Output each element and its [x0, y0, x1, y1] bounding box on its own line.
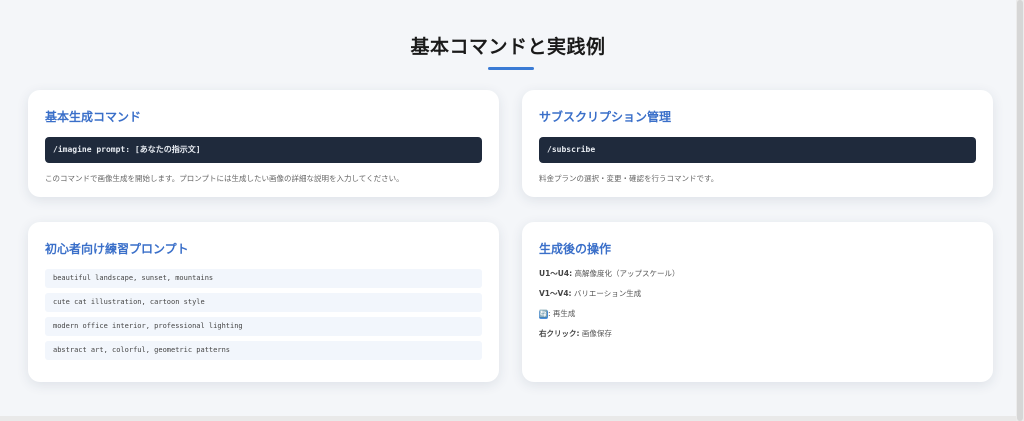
reroll-icon: 🔄	[539, 309, 548, 319]
basic-command-desc: このコマンドで画像生成を開始します。プロンプトには生成したい画像の詳細な説明を入…	[45, 174, 404, 183]
title-underline	[488, 67, 534, 70]
subscription-heading: サブスクリプション管理	[539, 110, 672, 124]
practice-prompts-card: 初心者向け練習プロンプト beautiful landscape, sunset…	[28, 222, 499, 382]
basic-command-heading: 基本生成コマンド	[45, 110, 142, 124]
page: 基本コマンドと実践例 基本生成コマンド /imagine prompt: [あな…	[0, 0, 1016, 416]
practice-prompt-item[interactable]: beautiful landscape, sunset, mountains	[45, 269, 482, 288]
after-generation-card: 生成後の操作 U1〜U4: 高解像度化（アップスケール） V1〜V4: バリエー…	[522, 222, 993, 382]
operation-key: 右クリック:	[539, 329, 580, 338]
operation-text: バリエーション生成	[571, 289, 642, 298]
operation-text: : 再生成	[548, 309, 576, 318]
scrollbar-track[interactable]	[1016, 0, 1024, 421]
practice-prompt-item[interactable]: abstract art, colorful, geometric patter…	[45, 341, 482, 360]
operation-item-upscale: U1〜U4: 高解像度化（アップスケール）	[539, 269, 976, 279]
bottom-strip	[0, 416, 1016, 421]
operation-item-save: 右クリック: 画像保存	[539, 329, 976, 339]
scrollbar-thumb[interactable]	[1017, 0, 1023, 421]
operation-text: 高解像度化（アップスケール）	[572, 269, 680, 278]
operation-key: V1〜V4:	[539, 289, 572, 298]
practice-prompt-item[interactable]: modern office interior, professional lig…	[45, 317, 482, 336]
subscription-card: サブスクリプション管理 /subscribe 料金プランの選択・変更・確認を行う…	[522, 90, 993, 197]
operation-item-reroll: 🔄: 再生成	[539, 309, 976, 319]
imagine-command-code[interactable]: /imagine prompt: [あなたの指示文]	[45, 137, 482, 163]
operation-item-variation: V1〜V4: バリエーション生成	[539, 289, 976, 299]
subscribe-command-code[interactable]: /subscribe	[539, 137, 976, 163]
subscription-desc: 料金プランの選択・変更・確認を行うコマンドです。	[539, 174, 719, 183]
operation-text: 画像保存	[579, 329, 612, 338]
practice-heading: 初心者向け練習プロンプト	[45, 242, 189, 256]
page-title: 基本コマンドと実践例	[410, 36, 606, 58]
after-generation-heading: 生成後の操作	[539, 242, 612, 256]
operation-key: U1〜U4:	[539, 269, 573, 278]
practice-prompt-item[interactable]: cute cat illustration, cartoon style	[45, 293, 482, 312]
basic-command-card: 基本生成コマンド /imagine prompt: [あなたの指示文] このコマ…	[28, 90, 499, 197]
